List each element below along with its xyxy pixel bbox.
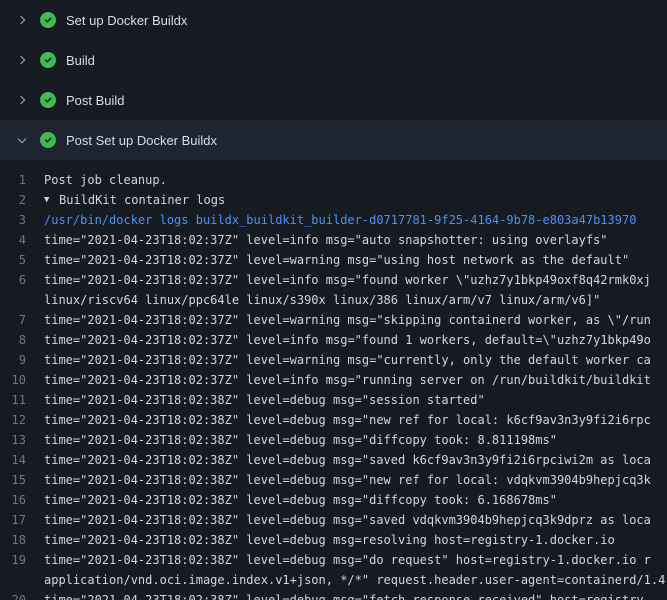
- log-line-text: time="2021-04-23T18:02:38Z" level=debug …: [44, 490, 667, 510]
- log-line: 7 ▼ time="2021-04-23T18:02:37Z" level=wa…: [0, 310, 667, 330]
- log-line-number[interactable]: 18: [0, 530, 44, 550]
- log-line: 18 ▼ time="2021-04-23T18:02:38Z" level=d…: [0, 530, 667, 550]
- log-line-number[interactable]: 11: [0, 390, 44, 410]
- log-line-number[interactable]: 13: [0, 430, 44, 450]
- log-line-number[interactable]: 10: [0, 370, 44, 390]
- log-line: 20 ▼ time="2021-04-23T18:02:38Z" level=d…: [0, 590, 667, 600]
- log-line-text: time="2021-04-23T18:02:38Z" level=debug …: [44, 550, 667, 570]
- log-line: 16 ▼ time="2021-04-23T18:02:38Z" level=d…: [0, 490, 667, 510]
- log-line-number[interactable]: 17: [0, 510, 44, 530]
- log-line-number[interactable]: 1: [0, 170, 44, 190]
- log-line-number[interactable]: 5: [0, 250, 44, 270]
- log-line: 19 ▼ time="2021-04-23T18:02:38Z" level=d…: [0, 550, 667, 570]
- log-line-text: time="2021-04-23T18:02:37Z" level=info m…: [44, 230, 667, 250]
- log-line-text: time="2021-04-23T18:02:37Z" level=info m…: [44, 330, 667, 350]
- log-line-number[interactable]: 14: [0, 450, 44, 470]
- log-line: 14 ▼ time="2021-04-23T18:02:38Z" level=d…: [0, 450, 667, 470]
- log-line-number[interactable]: 9: [0, 350, 44, 370]
- log-line: 2 ▼ BuildKit container logs: [0, 190, 667, 210]
- log-line-text: time="2021-04-23T18:02:38Z" level=debug …: [44, 510, 667, 530]
- log-line-text: time="2021-04-23T18:02:38Z" level=debug …: [44, 590, 667, 600]
- log-line-number[interactable]: 3: [0, 210, 44, 230]
- step-label: Set up Docker Buildx: [66, 13, 187, 28]
- log-line-number[interactable]: 6: [0, 270, 44, 290]
- log-line-text: BuildKit container logs: [59, 190, 667, 210]
- log-line: 4 ▼ time="2021-04-23T18:02:37Z" level=in…: [0, 230, 667, 250]
- chevron-icon: [14, 92, 30, 108]
- log-line-text: time="2021-04-23T18:02:37Z" level=warnin…: [44, 250, 667, 270]
- success-check-icon: [40, 132, 56, 148]
- log-line: ▼ linux/riscv64 linux/ppc64le linux/s390…: [0, 290, 667, 310]
- log-line: 17 ▼ time="2021-04-23T18:02:38Z" level=d…: [0, 510, 667, 530]
- log-line-text: time="2021-04-23T18:02:37Z" level=info m…: [44, 370, 667, 390]
- log-line: 3 ▼ /usr/bin/docker logs buildx_buildkit…: [0, 210, 667, 230]
- log-line: 10 ▼ time="2021-04-23T18:02:37Z" level=i…: [0, 370, 667, 390]
- log-line-text: time="2021-04-23T18:02:38Z" level=debug …: [44, 410, 667, 430]
- log-line-text: time="2021-04-23T18:02:37Z" level=info m…: [44, 270, 667, 290]
- log-line-number[interactable]: 15: [0, 470, 44, 490]
- log-line-text: time="2021-04-23T18:02:38Z" level=debug …: [44, 430, 667, 450]
- log-line-text: time="2021-04-23T18:02:37Z" level=warnin…: [44, 350, 667, 370]
- log-line-text: /usr/bin/docker logs buildx_buildkit_bui…: [44, 210, 667, 230]
- log-line-number[interactable]: 8: [0, 330, 44, 350]
- log-line-number[interactable]: [0, 570, 44, 590]
- log-line-text: time="2021-04-23T18:02:38Z" level=debug …: [44, 450, 667, 470]
- chevron-icon: [14, 12, 30, 28]
- step-label: Post Set up Docker Buildx: [66, 133, 217, 148]
- log-line-number[interactable]: 12: [0, 410, 44, 430]
- step-header-build[interactable]: Build: [0, 40, 667, 80]
- log-line: 11 ▼ time="2021-04-23T18:02:38Z" level=d…: [0, 390, 667, 410]
- success-check-icon: [40, 92, 56, 108]
- success-check-icon: [40, 12, 56, 28]
- log-line-text: time="2021-04-23T18:02:38Z" level=debug …: [44, 470, 667, 490]
- step-label: Build: [66, 53, 95, 68]
- step-label: Post Build: [66, 93, 125, 108]
- chevron-icon: [14, 52, 30, 68]
- log-line: 9 ▼ time="2021-04-23T18:02:37Z" level=wa…: [0, 350, 667, 370]
- log-line-text: time="2021-04-23T18:02:38Z" level=debug …: [44, 390, 667, 410]
- log-line-number[interactable]: 16: [0, 490, 44, 510]
- log-line: 6 ▼ time="2021-04-23T18:02:37Z" level=in…: [0, 270, 667, 290]
- log-rows: 1 ▼ Post job cleanup. 2 ▼ BuildKit conta…: [0, 160, 667, 600]
- log-line-text: time="2021-04-23T18:02:38Z" level=debug …: [44, 530, 667, 550]
- log-line: 8 ▼ time="2021-04-23T18:02:37Z" level=in…: [0, 330, 667, 350]
- log-line: 13 ▼ time="2021-04-23T18:02:38Z" level=d…: [0, 430, 667, 450]
- success-check-icon: [40, 52, 56, 68]
- steps-list: Set up Docker Buildx Build P: [0, 0, 667, 160]
- log-line: 15 ▼ time="2021-04-23T18:02:38Z" level=d…: [0, 470, 667, 490]
- log-line: 5 ▼ time="2021-04-23T18:02:37Z" level=wa…: [0, 250, 667, 270]
- log-line-text: time="2021-04-23T18:02:37Z" level=warnin…: [44, 310, 667, 330]
- log-group-caret-icon[interactable]: ▼: [44, 190, 59, 210]
- log-line: 1 ▼ Post job cleanup.: [0, 170, 667, 190]
- log-line-number[interactable]: 7: [0, 310, 44, 330]
- log-line-number[interactable]: 19: [0, 550, 44, 570]
- log-line-number[interactable]: 2: [0, 190, 44, 210]
- step-header-post-set-up-docker-buildx[interactable]: Post Set up Docker Buildx: [0, 120, 667, 160]
- step-header-post-build[interactable]: Post Build: [0, 80, 667, 120]
- log-line: 12 ▼ time="2021-04-23T18:02:38Z" level=d…: [0, 410, 667, 430]
- workflow-log-panel: Set up Docker Buildx Build P: [0, 0, 667, 600]
- log-line-number[interactable]: 4: [0, 230, 44, 250]
- log-line-text: linux/riscv64 linux/ppc64le linux/s390x …: [44, 290, 667, 310]
- log-line-number[interactable]: 20: [0, 590, 44, 600]
- chevron-icon: [14, 132, 30, 148]
- log-line-text: application/vnd.oci.image.index.v1+json,…: [44, 570, 667, 590]
- log-line-text: Post job cleanup.: [44, 170, 667, 190]
- log-line-number[interactable]: [0, 290, 44, 310]
- step-header-set-up-docker-buildx[interactable]: Set up Docker Buildx: [0, 0, 667, 40]
- log-line: ▼ application/vnd.oci.image.index.v1+jso…: [0, 570, 667, 590]
